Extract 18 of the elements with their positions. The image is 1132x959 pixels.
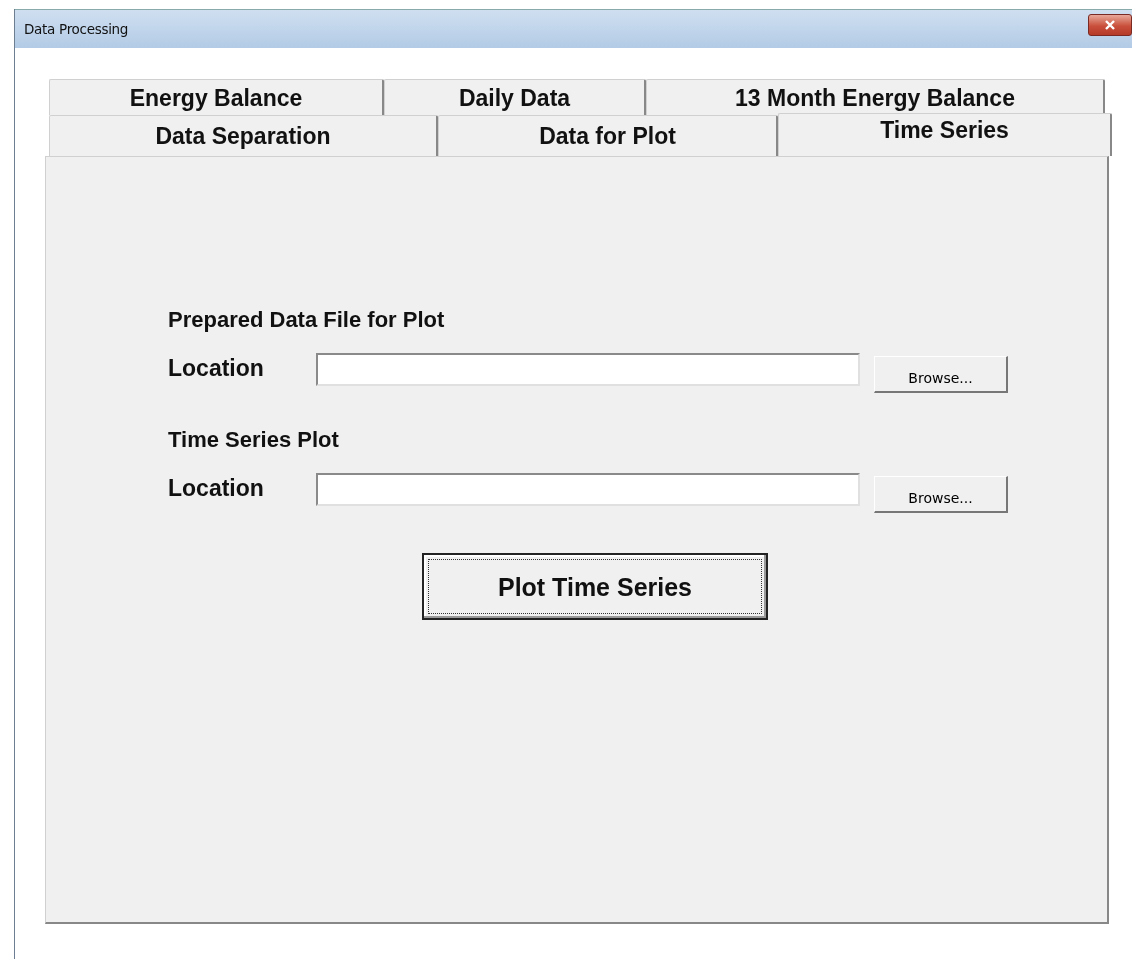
section-title: Time Series Plot <box>168 426 340 454</box>
tab[interactable]: 13 Month Energy Balance <box>646 79 1105 115</box>
tab[interactable]: Data Separation <box>49 115 438 156</box>
close-button[interactable] <box>1088 14 1132 36</box>
tab[interactable]: Daily Data <box>384 79 646 115</box>
tab[interactable]: Data for Plot <box>438 115 778 156</box>
close-icon <box>1103 19 1117 31</box>
field-label: Location <box>168 474 265 503</box>
browse-button[interactable]: Browse... <box>874 356 1008 393</box>
plot-button[interactable]: Plot Time Series <box>422 553 768 620</box>
section-title: Prepared Data File for Plot <box>168 306 446 334</box>
tab[interactable]: Time Series <box>778 113 1112 156</box>
window-title: Data Processing <box>23 21 129 37</box>
browse-button[interactable]: Browse... <box>874 476 1008 513</box>
location-field[interactable] <box>316 473 860 506</box>
tab[interactable]: Energy Balance <box>49 79 384 115</box>
location-field[interactable] <box>316 353 860 386</box>
field-label: Location <box>168 354 265 383</box>
